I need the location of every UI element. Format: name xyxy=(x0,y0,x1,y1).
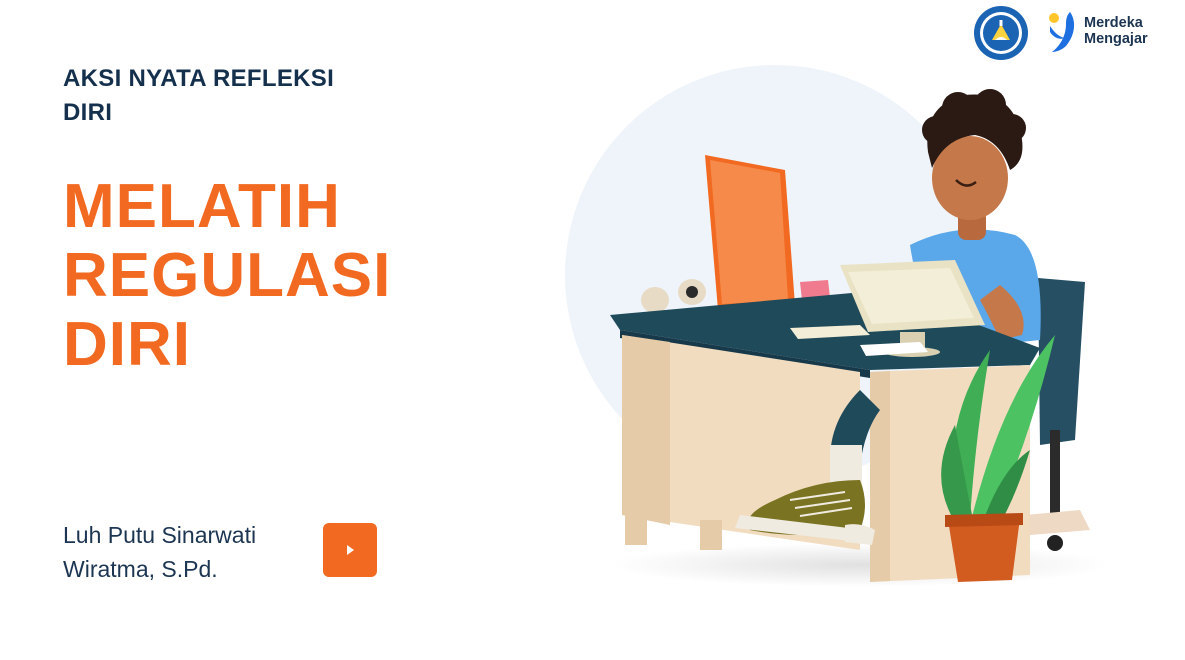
play-icon xyxy=(347,545,354,555)
author-line2: Wiratma, S.Pd. xyxy=(63,556,218,582)
logo-text-line2: Mengajar xyxy=(1084,31,1148,47)
title-line3: DIRI xyxy=(63,310,191,379)
title-line1: MELATIH xyxy=(63,172,341,241)
person-at-computer-desk-illustration xyxy=(565,65,1110,587)
slide-title: MELATIH REGULASI DIRI xyxy=(63,172,463,379)
subtitle-line2: DIRI xyxy=(63,99,113,126)
illustration xyxy=(560,60,1120,620)
author-line1: Luh Putu Sinarwati xyxy=(63,522,257,548)
merdeka-mengajar-logo-text: Merdeka Mengajar xyxy=(1084,15,1148,47)
kemdikbud-logo xyxy=(972,4,1030,62)
slide-subtitle: AKSI NYATA REFLEKSI DIRI xyxy=(63,62,393,130)
play-button[interactable] xyxy=(323,523,377,577)
logo-text-line1: Merdeka xyxy=(1084,15,1143,31)
merdeka-mengajar-logo: Merdeka Mengajar xyxy=(1046,10,1166,54)
author-name: Luh Putu Sinarwati Wiratma, S.Pd. xyxy=(63,518,323,586)
merdeka-mengajar-logo-icon xyxy=(1049,12,1075,52)
title-line2: REGULASI xyxy=(63,241,392,310)
slide: Merdeka Mengajar AKSI NYATA REFLEKSI DIR… xyxy=(0,0,1185,660)
subtitle-line1: AKSI NYATA REFLEKSI xyxy=(63,65,335,92)
tut-wuri-handayani-emblem-icon xyxy=(974,6,1028,60)
